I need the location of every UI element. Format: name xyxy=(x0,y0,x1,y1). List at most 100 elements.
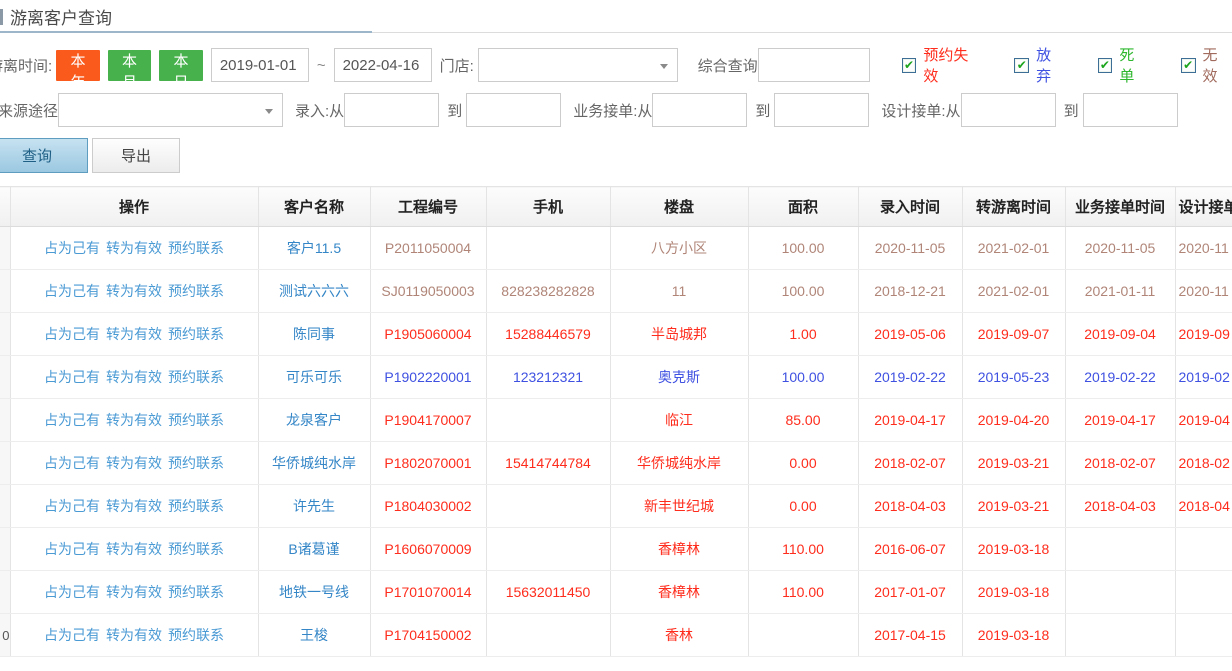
reserve-contact-link[interactable]: 预约联系 xyxy=(168,541,224,557)
customer-name-link[interactable]: B诸葛谨 xyxy=(258,528,370,571)
phone xyxy=(486,614,610,657)
customer-name-link[interactable]: 许先生 xyxy=(258,485,370,528)
store-select[interactable] xyxy=(478,48,678,82)
customer-name-link[interactable]: 华侨城纯水岸 xyxy=(258,442,370,485)
phone: 15632011450 xyxy=(486,571,610,614)
checkbox-abandon[interactable]: ✔ 放弃 xyxy=(1014,44,1065,86)
entry-from-input[interactable] xyxy=(344,93,439,127)
reserve-contact-link[interactable]: 预约联系 xyxy=(168,498,224,514)
claim-link[interactable]: 占为己有 xyxy=(44,240,100,256)
project-no: P1804030002 xyxy=(370,485,486,528)
building: 香林 xyxy=(610,614,748,657)
claim-link[interactable]: 占为己有 xyxy=(44,412,100,428)
reserve-contact-link[interactable]: 预约联系 xyxy=(168,412,224,428)
to-valid-link[interactable]: 转为有效 xyxy=(106,326,162,342)
biz-accept-time: 2020-11-05 xyxy=(1065,227,1175,270)
reserve-contact-link[interactable]: 预约联系 xyxy=(168,455,224,471)
col-header-customer-name: 客户名称 xyxy=(258,187,370,227)
row-number: 0 xyxy=(0,614,10,657)
col-header-actions: 操作 xyxy=(10,187,258,227)
table-row: 占为己有转为有效预约联系华侨城纯水岸P180207000115414744784… xyxy=(0,442,1232,485)
biz-accept-time xyxy=(1065,614,1175,657)
checkbox-dead[interactable]: ✔ 死单 xyxy=(1098,44,1149,86)
checkbox-icon: ✔ xyxy=(1181,58,1196,73)
checkbox-icon: ✔ xyxy=(902,58,917,73)
reserve-contact-link[interactable]: 预约联系 xyxy=(168,584,224,600)
reserve-contact-link[interactable]: 预约联系 xyxy=(168,283,224,299)
customer-name-link[interactable]: 龙泉客户 xyxy=(258,399,370,442)
design-accept-from-input[interactable] xyxy=(961,93,1056,127)
phone xyxy=(486,227,610,270)
claim-link[interactable]: 占为己有 xyxy=(44,498,100,514)
checkbox-abandon-label: 放弃 xyxy=(1036,44,1065,86)
to-valid-link[interactable]: 转为有效 xyxy=(106,498,162,514)
row-number xyxy=(0,313,10,356)
entry-time: 2016-06-07 xyxy=(858,528,962,571)
source-channel-select[interactable] xyxy=(58,93,283,127)
design-accept-time: 2019-04 xyxy=(1175,399,1232,442)
to-valid-link[interactable]: 转为有效 xyxy=(106,455,162,471)
claim-link[interactable]: 占为己有 xyxy=(44,584,100,600)
this-month-button[interactable]: 本月 xyxy=(108,50,152,81)
this-year-button[interactable]: 本年 xyxy=(56,50,100,81)
entry-to-input[interactable] xyxy=(466,93,561,127)
customer-name-link[interactable]: 陈同事 xyxy=(258,313,370,356)
phone: 15414744784 xyxy=(486,442,610,485)
claim-link[interactable]: 占为己有 xyxy=(44,455,100,471)
to-valid-link[interactable]: 转为有效 xyxy=(106,240,162,256)
project-no: SJ0119050003 xyxy=(370,270,486,313)
filter-panel: 游离时间: 本年 本月 本日 ~ 门店: 综合查询 ✔ 预约失效 ✔ 放弃 ✔ … xyxy=(0,33,1232,127)
entry-time: 2019-04-17 xyxy=(858,399,962,442)
biz-accept-from-input[interactable] xyxy=(652,93,747,127)
this-day-button[interactable]: 本日 xyxy=(159,50,203,81)
chevron-down-icon xyxy=(660,64,668,69)
biz-accept-from-label: 业务接单:从 xyxy=(573,100,652,121)
checkbox-invalid[interactable]: ✔ 无效 xyxy=(1181,44,1232,86)
combined-query-label: 综合查询 xyxy=(698,55,758,76)
date-from-input[interactable] xyxy=(211,48,309,82)
project-no: P1904170007 xyxy=(370,399,486,442)
customer-name-link[interactable]: 王梭 xyxy=(258,614,370,657)
entry-time: 2019-02-22 xyxy=(858,356,962,399)
biz-accept-to-input[interactable] xyxy=(774,93,869,127)
building: 奥克斯 xyxy=(610,356,748,399)
to-valid-link[interactable]: 转为有效 xyxy=(106,412,162,428)
reserve-contact-link[interactable]: 预约联系 xyxy=(168,240,224,256)
building: 香樟林 xyxy=(610,571,748,614)
to-valid-link[interactable]: 转为有效 xyxy=(106,584,162,600)
reserve-contact-link[interactable]: 预约联系 xyxy=(168,369,224,385)
customer-name-link[interactable]: 地铁一号线 xyxy=(258,571,370,614)
customer-name-link[interactable]: 可乐可乐 xyxy=(258,356,370,399)
claim-link[interactable]: 占为己有 xyxy=(44,326,100,342)
to-valid-link[interactable]: 转为有效 xyxy=(106,627,162,643)
table-header-row: 操作 客户名称 工程编号 手机 楼盘 面积 录入时间 转游离时间 业务接单时间 … xyxy=(0,187,1232,227)
combined-query-input[interactable] xyxy=(758,48,870,82)
col-header-design-accept-time: 设计接单时间 xyxy=(1175,187,1232,227)
reserve-contact-link[interactable]: 预约联系 xyxy=(168,326,224,342)
checkbox-icon: ✔ xyxy=(1098,58,1113,73)
design-accept-time xyxy=(1175,528,1232,571)
customer-name-link[interactable]: 客户11.5 xyxy=(258,227,370,270)
reserve-contact-link[interactable]: 预约联系 xyxy=(168,627,224,643)
customer-name-link[interactable]: 测试六六六 xyxy=(258,270,370,313)
claim-link[interactable]: 占为己有 xyxy=(44,541,100,557)
claim-link[interactable]: 占为己有 xyxy=(44,283,100,299)
building: 临江 xyxy=(610,399,748,442)
row-actions: 占为己有转为有效预约联系 xyxy=(10,614,258,657)
to-valid-link[interactable]: 转为有效 xyxy=(106,283,162,299)
design-accept-to-input[interactable] xyxy=(1083,93,1178,127)
row-number xyxy=(0,270,10,313)
to-valid-link[interactable]: 转为有效 xyxy=(106,541,162,557)
entry-time: 2020-11-05 xyxy=(858,227,962,270)
to-valid-link[interactable]: 转为有效 xyxy=(106,369,162,385)
checkbox-reserve-expired[interactable]: ✔ 预约失效 xyxy=(902,44,983,86)
date-to-input[interactable] xyxy=(334,48,432,82)
claim-link[interactable]: 占为己有 xyxy=(44,369,100,385)
query-button[interactable]: 查询 xyxy=(0,138,88,173)
claim-link[interactable]: 占为己有 xyxy=(44,627,100,643)
area: 110.00 xyxy=(748,528,858,571)
export-button[interactable]: 导出 xyxy=(92,138,180,173)
chevron-down-icon xyxy=(265,109,273,114)
entry-time: 2019-05-06 xyxy=(858,313,962,356)
row-actions: 占为己有转为有效预约联系 xyxy=(10,399,258,442)
